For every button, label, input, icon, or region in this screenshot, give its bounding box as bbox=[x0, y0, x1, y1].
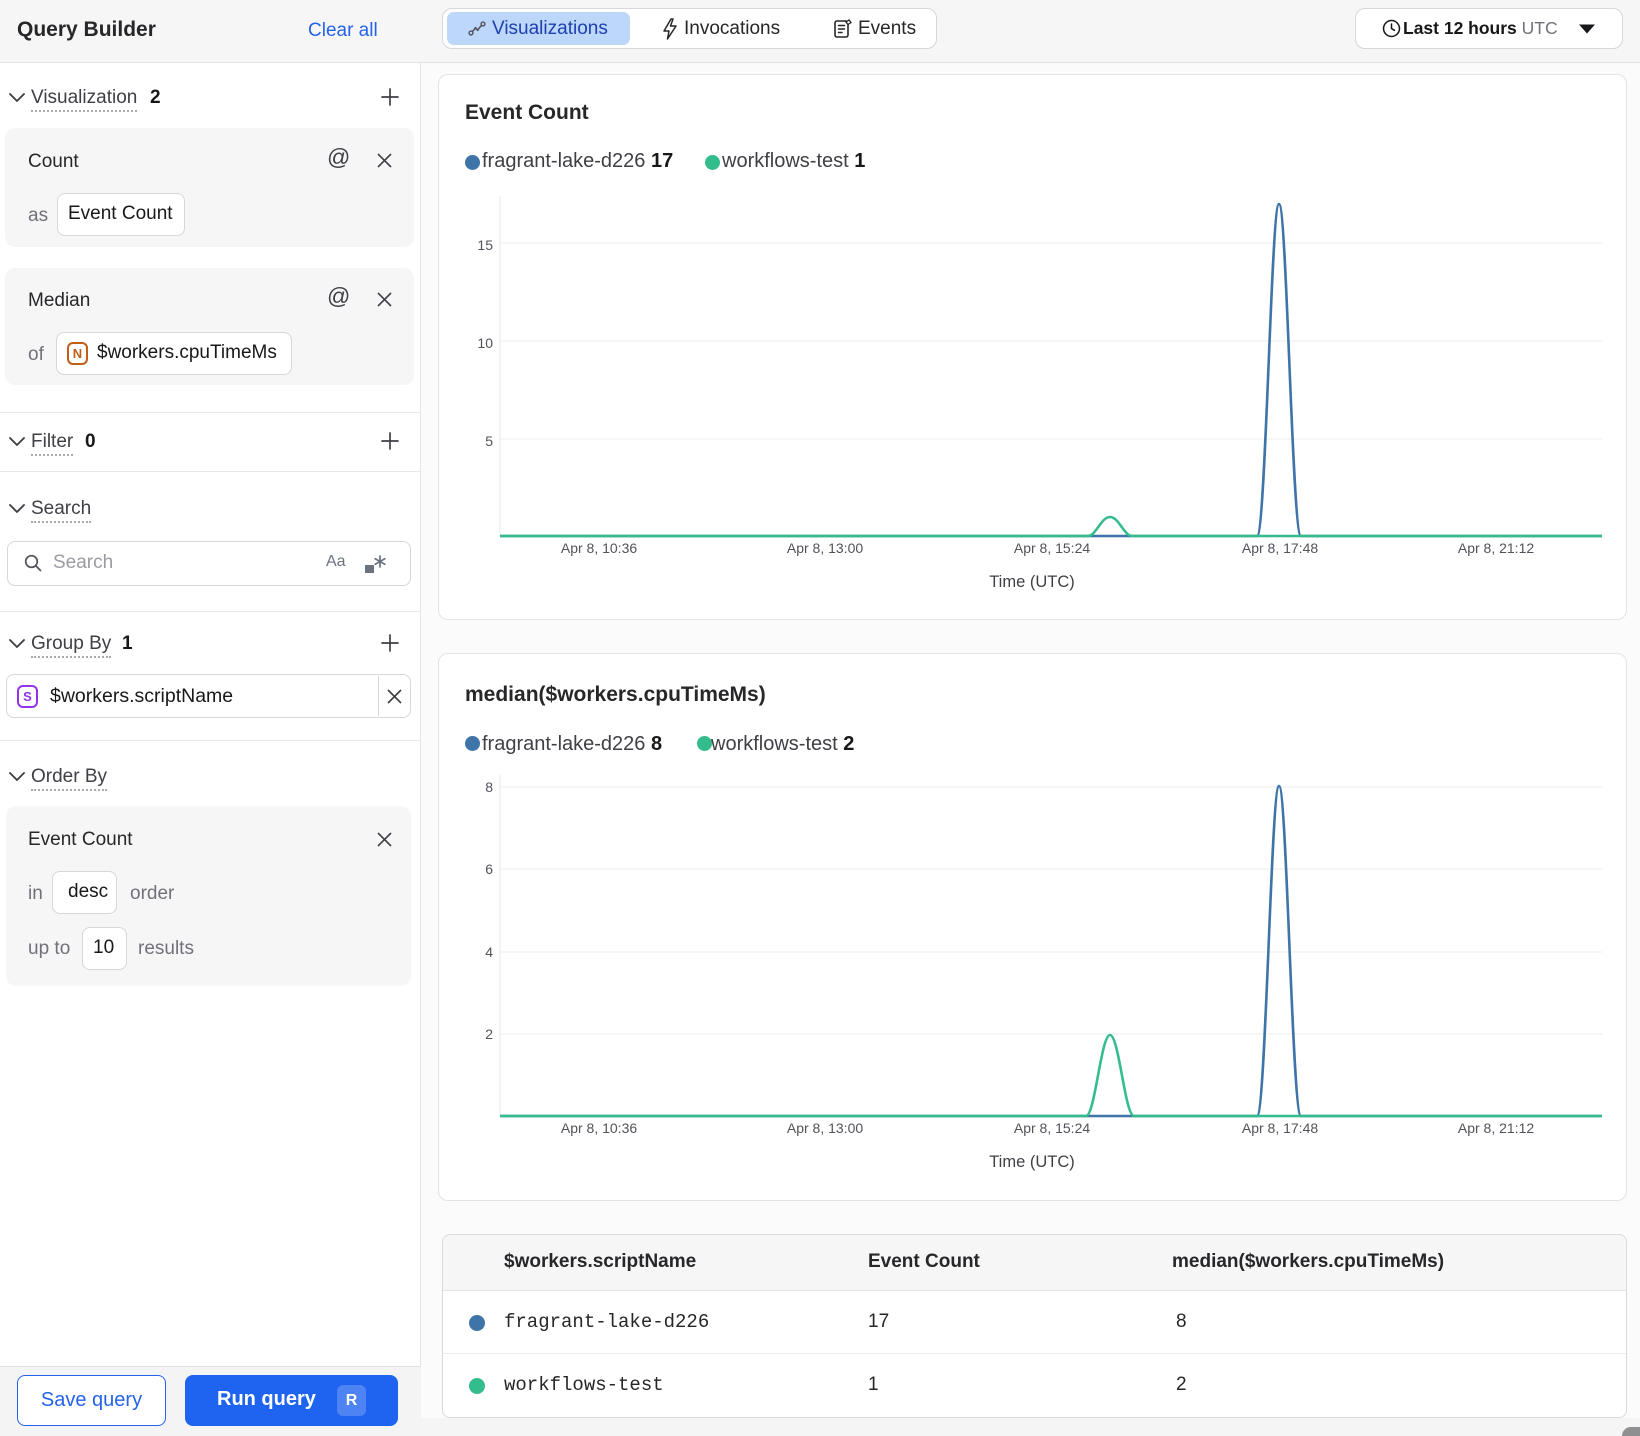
svg-text:Apr 8, 21:12: Apr 8, 21:12 bbox=[1458, 540, 1534, 556]
svg-text:Apr 8, 17:48: Apr 8, 17:48 bbox=[1242, 1120, 1318, 1136]
svg-text:6: 6 bbox=[485, 861, 493, 877]
svg-text:4: 4 bbox=[485, 944, 493, 960]
svg-text:Time (UTC): Time (UTC) bbox=[989, 1153, 1075, 1171]
svg-text:10: 10 bbox=[477, 335, 493, 351]
svg-text:15: 15 bbox=[477, 237, 493, 253]
svg-text:Apr 8, 13:00: Apr 8, 13:00 bbox=[787, 1120, 863, 1136]
svg-text:Apr 8, 13:00: Apr 8, 13:00 bbox=[787, 540, 863, 556]
svg-text:Apr 8, 10:36: Apr 8, 10:36 bbox=[561, 1120, 637, 1136]
svg-text:Apr 8, 15:24: Apr 8, 15:24 bbox=[1014, 1120, 1090, 1136]
svg-text:5: 5 bbox=[485, 433, 493, 449]
svg-text:8: 8 bbox=[485, 779, 493, 795]
svg-text:Time (UTC): Time (UTC) bbox=[989, 573, 1075, 591]
svg-text:2: 2 bbox=[485, 1026, 493, 1042]
svg-text:Apr 8, 21:12: Apr 8, 21:12 bbox=[1458, 1120, 1534, 1136]
svg-text:Apr 8, 15:24: Apr 8, 15:24 bbox=[1014, 540, 1090, 556]
svg-text:Apr 8, 10:36: Apr 8, 10:36 bbox=[561, 540, 637, 556]
svg-text:Apr 8, 17:48: Apr 8, 17:48 bbox=[1242, 540, 1318, 556]
